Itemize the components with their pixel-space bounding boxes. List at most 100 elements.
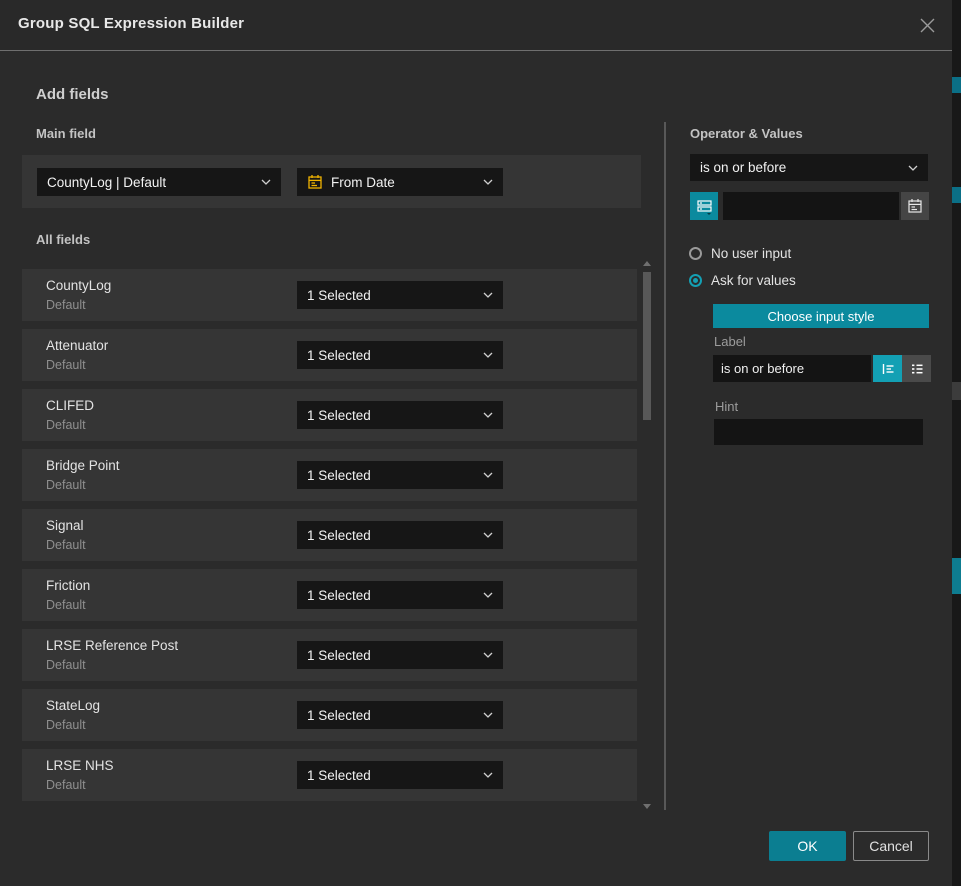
- field-selected-value: 1 Selected: [307, 468, 477, 483]
- field-selected-dropdown[interactable]: 1 Selected: [297, 281, 503, 309]
- hint-field-label: Hint: [715, 399, 738, 414]
- label-field-label: Label: [714, 334, 746, 349]
- field-selected-dropdown[interactable]: 1 Selected: [297, 461, 503, 489]
- date-picker-button[interactable]: [901, 192, 929, 220]
- scrollbar-thumb[interactable]: [643, 272, 651, 420]
- background-fragment: [952, 77, 961, 93]
- hint-input[interactable]: [714, 419, 923, 445]
- value-input-type-button[interactable]: [690, 192, 718, 220]
- background-fragment: [952, 187, 961, 203]
- background-fragment: [952, 382, 961, 400]
- scroll-down-button[interactable]: [642, 802, 652, 810]
- field-selected-dropdown[interactable]: 1 Selected: [297, 341, 503, 369]
- group-sql-expression-builder-dialog: Group SQL Expression Builder Add fields …: [0, 0, 952, 886]
- dialog-titlebar: Group SQL Expression Builder: [0, 0, 952, 51]
- ok-button[interactable]: OK: [769, 831, 846, 861]
- main-subfield-select[interactable]: From Date: [297, 168, 503, 196]
- chevron-down-icon: [483, 652, 493, 658]
- list-input-icon: [909, 361, 925, 377]
- field-row: CountyLog Default 1 Selected: [22, 269, 637, 321]
- field-layer-sublabel: Default: [46, 478, 86, 492]
- close-button[interactable]: [914, 12, 940, 38]
- field-layer-sublabel: Default: [46, 538, 86, 552]
- chevron-down-icon: [483, 592, 493, 598]
- field-selected-dropdown[interactable]: 1 Selected: [297, 401, 503, 429]
- chevron-down-icon: [483, 292, 493, 298]
- scroll-up-button[interactable]: [642, 259, 652, 267]
- main-field-label: Main field: [36, 126, 96, 141]
- field-row: Attenuator Default 1 Selected: [22, 329, 637, 381]
- field-name: StateLog: [46, 698, 100, 713]
- all-fields-label: All fields: [36, 232, 90, 247]
- operator-select-value: is on or before: [700, 160, 902, 175]
- add-fields-heading: Add fields: [36, 86, 109, 103]
- field-name: CountyLog: [46, 278, 111, 293]
- field-row: LRSE NHS Default 1 Selected: [22, 749, 637, 801]
- radio-circle-icon: [689, 247, 702, 260]
- input-type-stack-icon: [696, 198, 713, 215]
- field-name: CLIFED: [46, 398, 94, 413]
- field-row: Bridge Point Default 1 Selected: [22, 449, 637, 501]
- operator-values-heading: Operator & Values: [690, 126, 803, 141]
- field-name: LRSE Reference Post: [46, 638, 178, 653]
- field-selected-dropdown[interactable]: 1 Selected: [297, 581, 503, 609]
- choose-input-style-button[interactable]: Choose input style: [713, 304, 929, 328]
- main-field-panel: CountyLog | Default From Date: [22, 155, 641, 208]
- field-layer-sublabel: Default: [46, 298, 86, 312]
- field-row: StateLog Default 1 Selected: [22, 689, 637, 741]
- radio-no-user-input[interactable]: No user input: [689, 246, 791, 261]
- field-layer-sublabel: Default: [46, 658, 86, 672]
- field-name: LRSE NHS: [46, 758, 114, 773]
- field-layer-sublabel: Default: [46, 358, 86, 372]
- chevron-down-icon: [483, 179, 493, 185]
- field-row: Friction Default 1 Selected: [22, 569, 637, 621]
- label-style-single-button[interactable]: [873, 355, 902, 382]
- field-name: Bridge Point: [46, 458, 120, 473]
- label-input[interactable]: [713, 355, 871, 382]
- operator-select[interactable]: is on or before: [690, 154, 928, 181]
- panel-divider: [664, 122, 666, 810]
- field-selected-value: 1 Selected: [307, 528, 477, 543]
- triangle-down-icon: [643, 804, 651, 809]
- all-fields-list: CountyLog Default 1 Selected Attenuator …: [22, 269, 637, 809]
- close-icon: [919, 17, 936, 34]
- label-style-list-button[interactable]: [902, 355, 931, 382]
- background-fragment: [952, 558, 961, 594]
- chevron-down-icon: [908, 165, 918, 171]
- field-selected-dropdown[interactable]: 1 Selected: [297, 701, 503, 729]
- field-layer-sublabel: Default: [46, 418, 86, 432]
- background-page-strip: [952, 0, 961, 886]
- field-name: Signal: [46, 518, 84, 533]
- radio-no-user-input-label: No user input: [711, 246, 791, 261]
- field-selected-value: 1 Selected: [307, 708, 477, 723]
- radio-selected-icon: [689, 274, 702, 287]
- single-line-input-icon: [880, 361, 896, 377]
- field-selected-value: 1 Selected: [307, 288, 477, 303]
- field-selected-value: 1 Selected: [307, 348, 477, 363]
- dialog-title: Group SQL Expression Builder: [18, 15, 244, 32]
- field-row: CLIFED Default 1 Selected: [22, 389, 637, 441]
- chevron-down-icon: [483, 412, 493, 418]
- chevron-down-icon: [483, 352, 493, 358]
- field-selected-value: 1 Selected: [307, 408, 477, 423]
- field-selected-value: 1 Selected: [307, 768, 477, 783]
- field-selected-value: 1 Selected: [307, 588, 477, 603]
- radio-ask-for-values-label: Ask for values: [711, 273, 796, 288]
- calendar-picker-icon: [907, 198, 923, 214]
- calendar-icon: [307, 174, 323, 190]
- chevron-down-icon: [483, 712, 493, 718]
- field-selected-dropdown[interactable]: 1 Selected: [297, 521, 503, 549]
- field-layer-sublabel: Default: [46, 778, 86, 792]
- radio-ask-for-values[interactable]: Ask for values: [689, 273, 796, 288]
- field-selected-dropdown[interactable]: 1 Selected: [297, 761, 503, 789]
- field-layer-sublabel: Default: [46, 598, 86, 612]
- field-name: Friction: [46, 578, 90, 593]
- cancel-button[interactable]: Cancel: [853, 831, 929, 861]
- chevron-down-icon: [261, 179, 271, 185]
- main-field-select[interactable]: CountyLog | Default: [37, 168, 281, 196]
- field-selected-dropdown[interactable]: 1 Selected: [297, 641, 503, 669]
- value-input[interactable]: [723, 192, 899, 220]
- chevron-down-icon: [483, 532, 493, 538]
- chevron-down-icon: [483, 772, 493, 778]
- field-name: Attenuator: [46, 338, 108, 353]
